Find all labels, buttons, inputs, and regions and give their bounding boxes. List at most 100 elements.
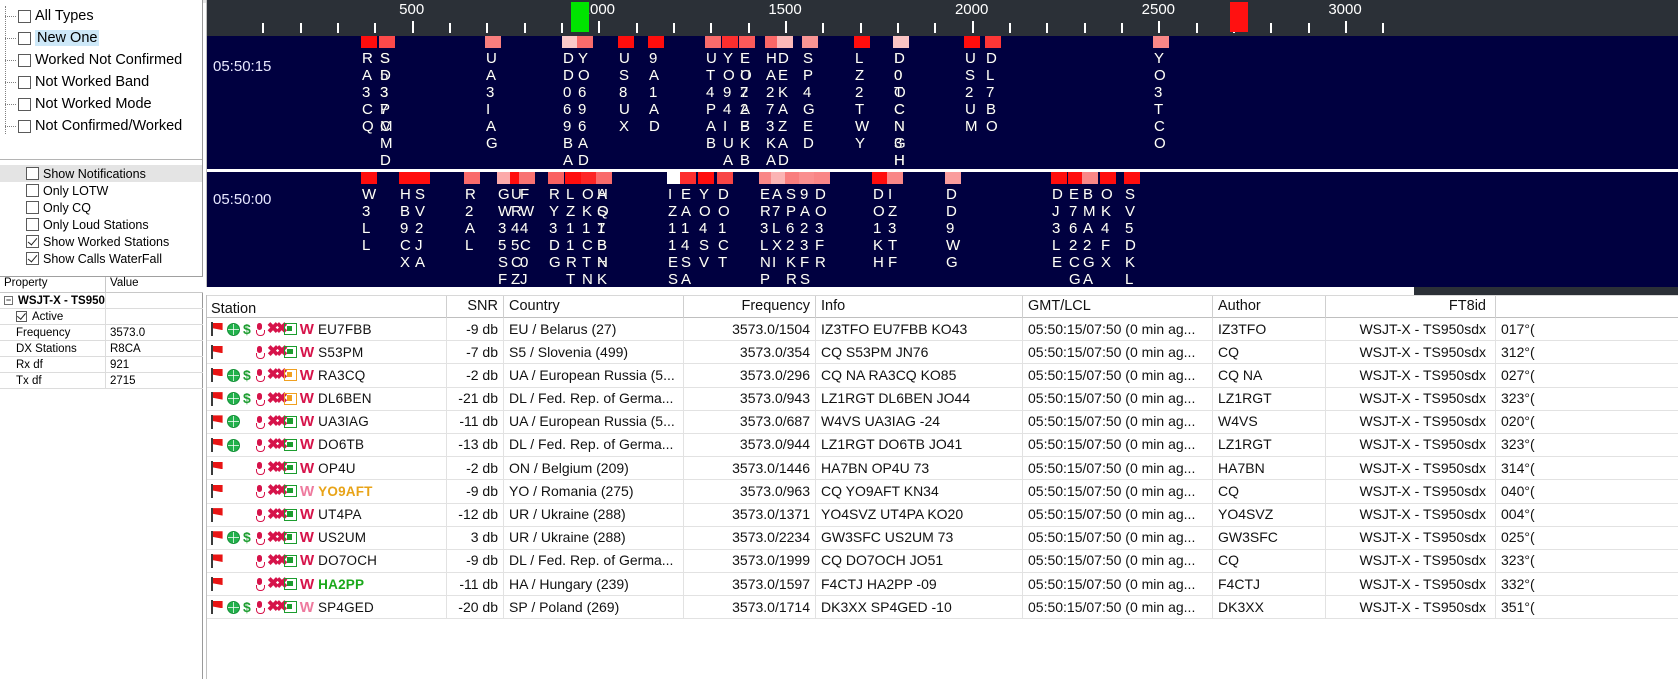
- table-row[interactable]: $ ✖✖ W US2UM 3 db UR / Ukraine (288) 3573.0/22…: [207, 526, 1678, 550]
- globe-icon[interactable]: [227, 392, 240, 406]
- wsjt-icon[interactable]: W: [300, 387, 314, 410]
- table-row[interactable]: ✖✖ W HA2PP -11 db HA / Hungary (239) 3573.0/1…: [207, 572, 1678, 597]
- microphone-icon[interactable]: [254, 322, 265, 337]
- square-badge-icon[interactable]: [283, 392, 297, 405]
- waterfall-callsign[interactable]: D D 9 W G: [946, 186, 960, 271]
- column-header-author[interactable]: Author: [1213, 296, 1326, 319]
- square-badge-icon[interactable]: [283, 369, 297, 382]
- waterfall-signal-bar[interactable]: [1153, 36, 1169, 48]
- waterfall-callsign[interactable]: D L 7 B O: [986, 50, 999, 135]
- waterfall-signal-bar[interactable]: [814, 172, 830, 184]
- flag-icon[interactable]: [211, 438, 224, 453]
- callsign-label[interactable]: HA2PP: [318, 573, 364, 596]
- filter-type-checkbox[interactable]: [18, 53, 31, 67]
- microphone-icon[interactable]: [254, 438, 265, 453]
- waterfall-callsign[interactable]: L Z 2 T W Y: [855, 50, 869, 152]
- square-badge-icon[interactable]: [284, 578, 297, 591]
- cross-icon[interactable]: ✖✖: [267, 507, 288, 522]
- callsign-label[interactable]: S53PM: [318, 341, 363, 364]
- cross-icon[interactable]: ✖✖: [267, 321, 288, 336]
- cross-icon[interactable]: ✖✖: [267, 367, 288, 382]
- square-badge-icon[interactable]: [284, 462, 297, 475]
- cross-icon[interactable]: ✖✖: [267, 391, 288, 406]
- waterfall-callsign[interactable]: Y O 6 9 6 A D F P N T: [578, 50, 591, 169]
- filter-type-checkbox[interactable]: [18, 31, 31, 45]
- property-value[interactable]: 921: [106, 357, 203, 373]
- waterfall-row-previous[interactable]: 05:50:00 W 3 L L H B 9 C XS V 2 J A R 2 A …: [206, 169, 1678, 287]
- microphone-icon[interactable]: [254, 392, 265, 406]
- waterfall-signal-bar[interactable]: [1082, 172, 1098, 184]
- cell-station[interactable]: ✖✖ W DO7OCH: [207, 549, 447, 573]
- waterfall-callsign[interactable]: D J 3 L E: [1052, 186, 1065, 271]
- callsign-label[interactable]: DO6TB: [318, 433, 364, 456]
- wsjt-icon[interactable]: W: [300, 549, 314, 572]
- waterfall-callsign[interactable]: I Z 3 T F: [888, 186, 901, 271]
- cross-icon[interactable]: ✖✖: [267, 344, 288, 359]
- waterfall-signal-bar[interactable]: [361, 172, 377, 184]
- display-option-row[interactable]: Only CQ: [0, 199, 202, 216]
- waterfall-callsign[interactable]: U A 3 I A G: [486, 50, 499, 152]
- wsjt-icon[interactable]: W: [300, 596, 314, 619]
- filter-type-checkbox[interactable]: [18, 75, 31, 89]
- display-option-row[interactable]: Show Calls WaterFall: [0, 250, 202, 267]
- waterfall-signal-bar[interactable]: [705, 36, 721, 48]
- waterfall-callsign[interactable]: S V 5 D K L: [1125, 186, 1138, 287]
- callsign-label[interactable]: SP4GED: [318, 596, 374, 619]
- wsjt-icon[interactable]: W: [300, 503, 314, 526]
- waterfall-signal-bar[interactable]: [945, 172, 961, 184]
- microphone-icon[interactable]: [254, 461, 265, 476]
- waterfall-callsign[interactable]: S D 3 7 C M D: [380, 50, 393, 169]
- flag-icon[interactable]: [211, 530, 224, 545]
- display-option-row[interactable]: Show Notifications: [0, 165, 202, 182]
- property-value[interactable]: 2715: [106, 373, 203, 389]
- filter-type-row[interactable]: Not Worked Band: [0, 71, 202, 93]
- waterfall-callsign[interactable]: D E K A Z A D: [778, 50, 791, 169]
- waterfall-callsign[interactable]: G W 3 5 S F: [498, 186, 512, 287]
- display-option-checkbox[interactable]: [26, 235, 39, 248]
- cell-station[interactable]: ✖✖ W S53PM: [207, 340, 447, 364]
- waterfall-callsign[interactable]: H B 9 C X: [400, 186, 413, 271]
- waterfall-callsign[interactable]: R Y 3 D G: [549, 186, 562, 271]
- cross-icon[interactable]: ✖✖: [267, 599, 288, 614]
- microphone-icon[interactable]: [254, 554, 265, 568]
- cell-station[interactable]: $ ✖✖ W US2UM: [207, 526, 447, 550]
- column-header-ft8id[interactable]: FT8id: [1326, 296, 1496, 319]
- filter-type-row[interactable]: Worked Not Confirmed: [0, 49, 202, 71]
- microphone-icon[interactable]: [254, 484, 265, 499]
- cell-station[interactable]: ✖✖ W YO9AFT: [207, 479, 447, 503]
- table-row[interactable]: ✖✖ W DO7OCH -9 db DL / Fed. Rep. of Germa...…: [207, 549, 1678, 574]
- waterfall-row-current[interactable]: 05:50:15 R A 3 C QS 5 3 P MS D 3 7 C M D…: [206, 36, 1678, 169]
- callsign-label[interactable]: DL6BEN: [318, 387, 372, 410]
- square-badge-icon[interactable]: [283, 531, 297, 544]
- square-badge-icon[interactable]: [284, 554, 297, 567]
- waterfall-signal-bar[interactable]: [1100, 172, 1116, 184]
- table-row[interactable]: $ ✖✖ W EU7FBB -9 db EU / Belarus (27) 3573.0/1…: [207, 317, 1678, 342]
- callsign-label[interactable]: UA3IAG: [318, 410, 369, 433]
- dollar-icon[interactable]: $: [243, 318, 251, 341]
- waterfall-signal-bar[interactable]: [717, 172, 733, 184]
- wsjt-icon[interactable]: W: [300, 526, 314, 549]
- waterfall-signal-bar[interactable]: [361, 36, 377, 48]
- property-value[interactable]: 3573.0: [106, 325, 203, 341]
- waterfall-signal-bar[interactable]: [802, 36, 818, 48]
- display-option-row[interactable]: Show Worked Stations: [0, 233, 202, 250]
- column-header-info[interactable]: Info: [816, 296, 1023, 319]
- waterfall-signal-bar[interactable]: [414, 172, 430, 184]
- waterfall-callsign[interactable]: E 7 6 2 C G A: [1069, 186, 1082, 287]
- rx-frequency-marker[interactable]: [1229, 2, 1248, 32]
- waterfall-callsign[interactable]: E A 1 4 S A: [681, 186, 694, 287]
- display-option-row[interactable]: Only Loud Stations: [0, 216, 202, 233]
- column-header-snr[interactable]: SNR: [447, 296, 504, 319]
- waterfall-callsign[interactable]: Y O 9 4 I U A B: [723, 50, 736, 169]
- square-badge-icon[interactable]: [284, 485, 297, 498]
- globe-icon[interactable]: [227, 415, 240, 429]
- cell-station[interactable]: $ ✖✖ W SP4GED: [207, 595, 447, 619]
- column-header-gmt[interactable]: GMT/LCL: [1023, 296, 1213, 319]
- table-row[interactable]: $ ✖✖ W SP4GED -20 db SP / Poland (269) 3573.0/…: [207, 595, 1678, 620]
- microphone-icon[interactable]: [254, 368, 265, 383]
- microphone-icon[interactable]: [254, 577, 265, 592]
- cross-icon[interactable]: ✖✖: [267, 437, 288, 452]
- cell-station[interactable]: ✖✖ W UA3IAG: [207, 410, 447, 434]
- column-header-country[interactable]: Country: [504, 296, 684, 319]
- waterfall-callsign[interactable]: W 3 L L: [362, 186, 376, 254]
